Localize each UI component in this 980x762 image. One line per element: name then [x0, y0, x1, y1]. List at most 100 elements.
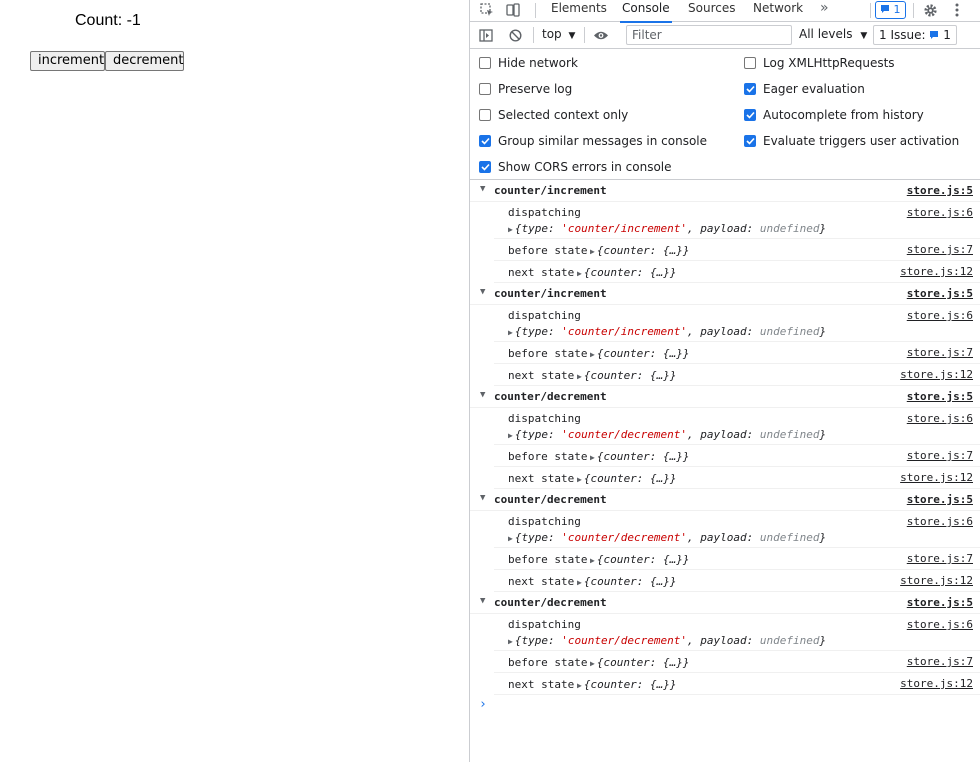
action-object[interactable]: ▶ {type: 'counter/decrement', payload: un… — [508, 634, 826, 647]
context-selector[interactable]: top ▼ — [542, 27, 575, 41]
kebab-menu-icon[interactable] — [947, 0, 967, 20]
expand-triangle-icon[interactable]: ▶ — [590, 247, 595, 256]
source-link[interactable]: store.js:7 — [907, 552, 973, 565]
tab-elements[interactable]: Elements — [549, 0, 609, 21]
source-link[interactable]: store.js:12 — [900, 471, 973, 484]
tab-console[interactable]: Console — [620, 0, 672, 23]
checkbox-checked-icon[interactable] — [744, 135, 756, 147]
source-link[interactable]: store.js:7 — [907, 655, 973, 668]
log-group-header[interactable]: ▼ counter/decrement store.js:5 — [470, 489, 980, 511]
setting-label: Log XMLHttpRequests — [763, 56, 895, 70]
expand-triangle-icon[interactable]: ▶ — [577, 475, 582, 484]
source-link[interactable]: store.js:5 — [907, 493, 973, 506]
clear-console-icon[interactable] — [505, 25, 525, 45]
source-link[interactable]: store.js:5 — [907, 287, 973, 300]
expand-triangle-icon[interactable]: ▶ — [508, 328, 513, 337]
state-object[interactable]: ▶ {counter: {…}} — [590, 450, 690, 463]
checkbox-unchecked-icon[interactable] — [479, 83, 491, 95]
sidebar-toggle-icon[interactable] — [476, 25, 496, 45]
source-link[interactable]: store.js:5 — [907, 184, 973, 197]
setting-left-4[interactable]: Show CORS errors in console — [479, 160, 672, 174]
expand-triangle-icon[interactable]: ▶ — [508, 637, 513, 646]
source-link[interactable]: store.js:5 — [907, 390, 973, 403]
expand-triangle-icon[interactable]: ▼ — [480, 390, 485, 400]
increment-button[interactable]: increment — [30, 51, 105, 71]
decrement-button[interactable]: decrement — [105, 51, 184, 71]
setting-right-3[interactable]: Evaluate triggers user activation — [744, 134, 959, 148]
expand-triangle-icon[interactable]: ▶ — [577, 578, 582, 587]
source-link[interactable]: store.js:12 — [900, 368, 973, 381]
console-prompt-row[interactable]: › — [470, 695, 980, 717]
expand-triangle-icon[interactable]: ▼ — [480, 493, 485, 503]
expand-triangle-icon[interactable]: ▼ — [480, 184, 485, 194]
log-group-header[interactable]: ▼ counter/decrement store.js:5 — [470, 592, 980, 614]
expand-triangle-icon[interactable]: ▶ — [590, 556, 595, 565]
setting-left-3[interactable]: Group similar messages in console — [479, 134, 707, 148]
state-object[interactable]: ▶ {counter: {…}} — [590, 244, 690, 257]
tab-sources[interactable]: Sources — [686, 0, 737, 21]
action-object[interactable]: ▶ {type: 'counter/decrement', payload: un… — [508, 531, 826, 544]
expand-triangle-icon[interactable]: ▶ — [508, 225, 513, 234]
source-link[interactable]: store.js:12 — [900, 677, 973, 690]
checkbox-unchecked-icon[interactable] — [479, 109, 491, 121]
action-object[interactable]: ▶ {type: 'counter/increment', payload: un… — [508, 222, 826, 235]
state-object[interactable]: ▶ {counter: {…}} — [590, 553, 690, 566]
expand-triangle-icon[interactable]: ▼ — [480, 596, 485, 606]
source-link[interactable]: store.js:6 — [907, 412, 973, 425]
filter-input[interactable] — [626, 25, 792, 45]
state-object[interactable]: ▶ {counter: {…}} — [590, 347, 690, 360]
messages-badge[interactable]: 1 — [875, 1, 906, 19]
more-tabs-icon[interactable]: » — [818, 0, 831, 21]
log-group-header[interactable]: ▼ counter/decrement store.js:5 — [470, 386, 980, 408]
gear-icon[interactable] — [920, 0, 940, 20]
source-link[interactable]: store.js:7 — [907, 243, 973, 256]
expand-triangle-icon[interactable]: ▶ — [590, 453, 595, 462]
eye-icon[interactable] — [591, 25, 611, 45]
expand-triangle-icon[interactable]: ▶ — [590, 659, 595, 668]
expand-triangle-icon[interactable]: ▶ — [590, 350, 595, 359]
state-object[interactable]: ▶ {counter: {…}} — [577, 678, 677, 691]
setting-right-2[interactable]: Autocomplete from history — [744, 108, 924, 122]
source-link[interactable]: store.js:6 — [907, 618, 973, 631]
source-link[interactable]: store.js:7 — [907, 449, 973, 462]
source-link[interactable]: store.js:12 — [900, 265, 973, 278]
checkbox-checked-icon[interactable] — [479, 135, 491, 147]
source-link[interactable]: store.js:6 — [907, 515, 973, 528]
expand-triangle-icon[interactable]: ▶ — [508, 431, 513, 440]
setting-left-1[interactable]: Preserve log — [479, 82, 572, 96]
state-object[interactable]: ▶ {counter: {…}} — [577, 472, 677, 485]
source-link[interactable]: store.js:7 — [907, 346, 973, 359]
expand-triangle-icon[interactable]: ▶ — [577, 269, 582, 278]
checkbox-unchecked-icon[interactable] — [744, 57, 756, 69]
setting-left-0[interactable]: Hide network — [479, 56, 578, 70]
expand-triangle-icon[interactable]: ▶ — [577, 681, 582, 690]
log-group-header[interactable]: ▼ counter/increment store.js:5 — [470, 283, 980, 305]
checkbox-checked-icon[interactable] — [744, 109, 756, 121]
expand-triangle-icon[interactable]: ▼ — [480, 287, 485, 297]
checkbox-checked-icon[interactable] — [744, 83, 756, 95]
state-object[interactable]: ▶ {counter: {…}} — [577, 575, 677, 588]
log-group-header[interactable]: ▼ counter/increment store.js:5 — [470, 180, 980, 202]
source-link[interactable]: store.js:6 — [907, 309, 973, 322]
tab-network[interactable]: Network — [751, 0, 805, 21]
action-object[interactable]: ▶ {type: 'counter/decrement', payload: un… — [508, 428, 826, 441]
device-toolbar-icon[interactable] — [503, 0, 523, 20]
log-levels-selector[interactable]: All levels ▼ — [799, 27, 867, 41]
state-object[interactable]: ▶ {counter: {…}} — [590, 656, 690, 669]
expand-triangle-icon[interactable]: ▶ — [577, 372, 582, 381]
source-link[interactable]: store.js:6 — [907, 206, 973, 219]
setting-right-0[interactable]: Log XMLHttpRequests — [744, 56, 895, 70]
checkbox-checked-icon[interactable] — [479, 161, 491, 173]
checkbox-unchecked-icon[interactable] — [479, 57, 491, 69]
action-object[interactable]: ▶ {type: 'counter/increment', payload: un… — [508, 325, 826, 338]
comma: , — [687, 428, 701, 441]
issues-button[interactable]: 1 Issue: 1 — [873, 25, 957, 45]
source-link[interactable]: store.js:12 — [900, 574, 973, 587]
setting-left-2[interactable]: Selected context only — [479, 108, 628, 122]
inspect-element-icon[interactable] — [477, 0, 497, 20]
expand-triangle-icon[interactable]: ▶ — [508, 534, 513, 543]
source-link[interactable]: store.js:5 — [907, 596, 973, 609]
state-object[interactable]: ▶ {counter: {…}} — [577, 369, 677, 382]
state-object[interactable]: ▶ {counter: {…}} — [577, 266, 677, 279]
setting-right-1[interactable]: Eager evaluation — [744, 82, 865, 96]
